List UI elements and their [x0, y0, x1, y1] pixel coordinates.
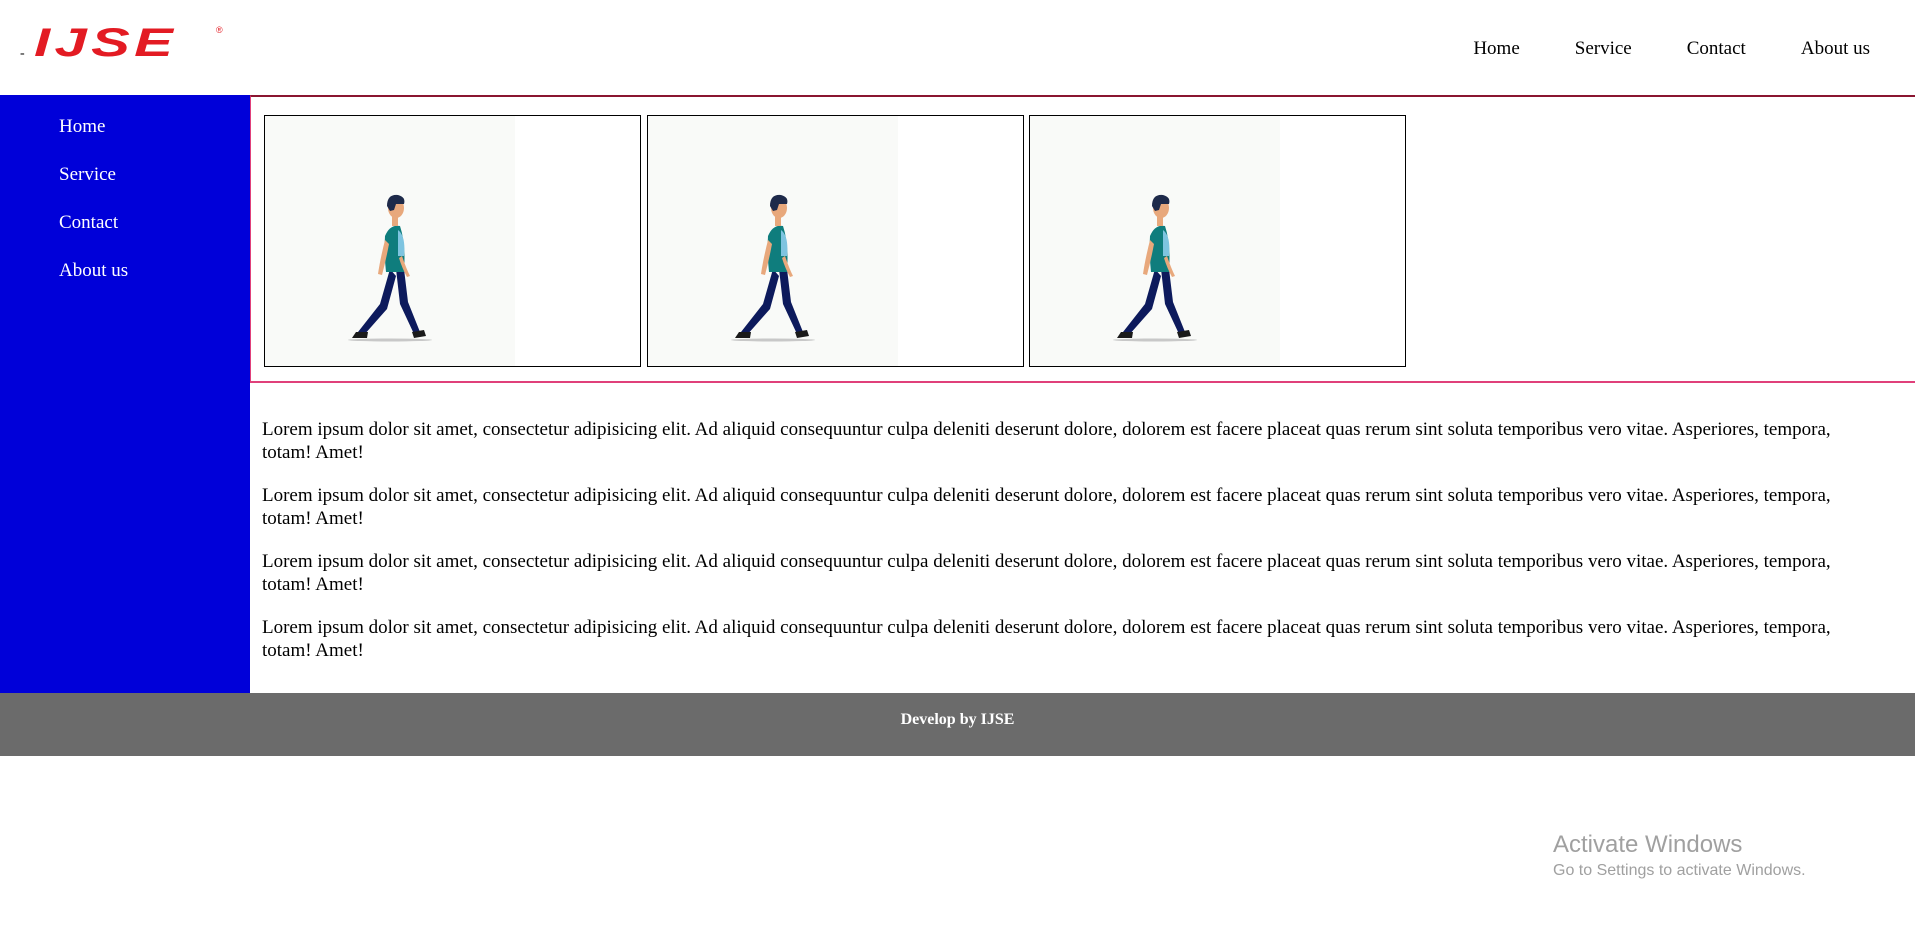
- content-paragraph: Lorem ipsum dolor sit amet, consectetur …: [262, 551, 1831, 595]
- walking-man-icon: [731, 194, 815, 342]
- ijse-logo[interactable]: - IJSE ®: [20, 21, 225, 65]
- sidebar: Home Service Contact About us: [0, 95, 250, 693]
- gallery-image-3: [1029, 115, 1406, 367]
- sidebar-item-home[interactable]: Home: [59, 117, 250, 165]
- watermark-subtitle: Go to Settings to activate Windows.: [1553, 862, 1806, 879]
- content-paragraph: Lorem ipsum dolor sit amet, consectetur …: [262, 419, 1831, 463]
- watermark-title: Activate Windows: [1553, 831, 1743, 858]
- top-nav: Home Service Contact About us: [1473, 38, 1870, 60]
- walking-man-icon: [1113, 194, 1197, 342]
- walking-man-icon: [348, 194, 432, 342]
- header: - IJSE ® Home Service Contact About us: [0, 0, 1915, 95]
- content-paragraph: Lorem ipsum dolor sit amet, consectetur …: [262, 485, 1831, 529]
- gallery-image-1: [264, 115, 641, 367]
- sidebar-menu: Home Service Contact About us: [0, 95, 250, 309]
- top-nav-about-link[interactable]: About us: [1801, 38, 1870, 60]
- top-nav-service-link[interactable]: Service: [1575, 38, 1632, 60]
- image-gallery: [250, 95, 1915, 383]
- footer: Develop by IJSE: [0, 693, 1915, 756]
- logo-text: IJSE: [34, 21, 178, 65]
- gallery-image-2: [647, 115, 1024, 367]
- logo-registered-mark: ®: [216, 25, 223, 35]
- top-nav-home-link[interactable]: Home: [1473, 38, 1519, 60]
- logo-dash: -: [20, 46, 25, 61]
- sidebar-item-contact[interactable]: Contact: [59, 213, 250, 261]
- sidebar-item-about[interactable]: About us: [59, 261, 250, 309]
- content-paragraph: Lorem ipsum dolor sit amet, consectetur …: [262, 617, 1831, 661]
- top-nav-contact-link[interactable]: Contact: [1687, 38, 1746, 60]
- sidebar-item-service[interactable]: Service: [59, 165, 250, 213]
- main-content: Lorem ipsum dolor sit amet, consectetur …: [262, 418, 1857, 682]
- footer-credit: Develop by IJSE: [900, 711, 1015, 728]
- windows-activation-watermark: Activate Windows Go to Settings to activ…: [1553, 830, 1806, 882]
